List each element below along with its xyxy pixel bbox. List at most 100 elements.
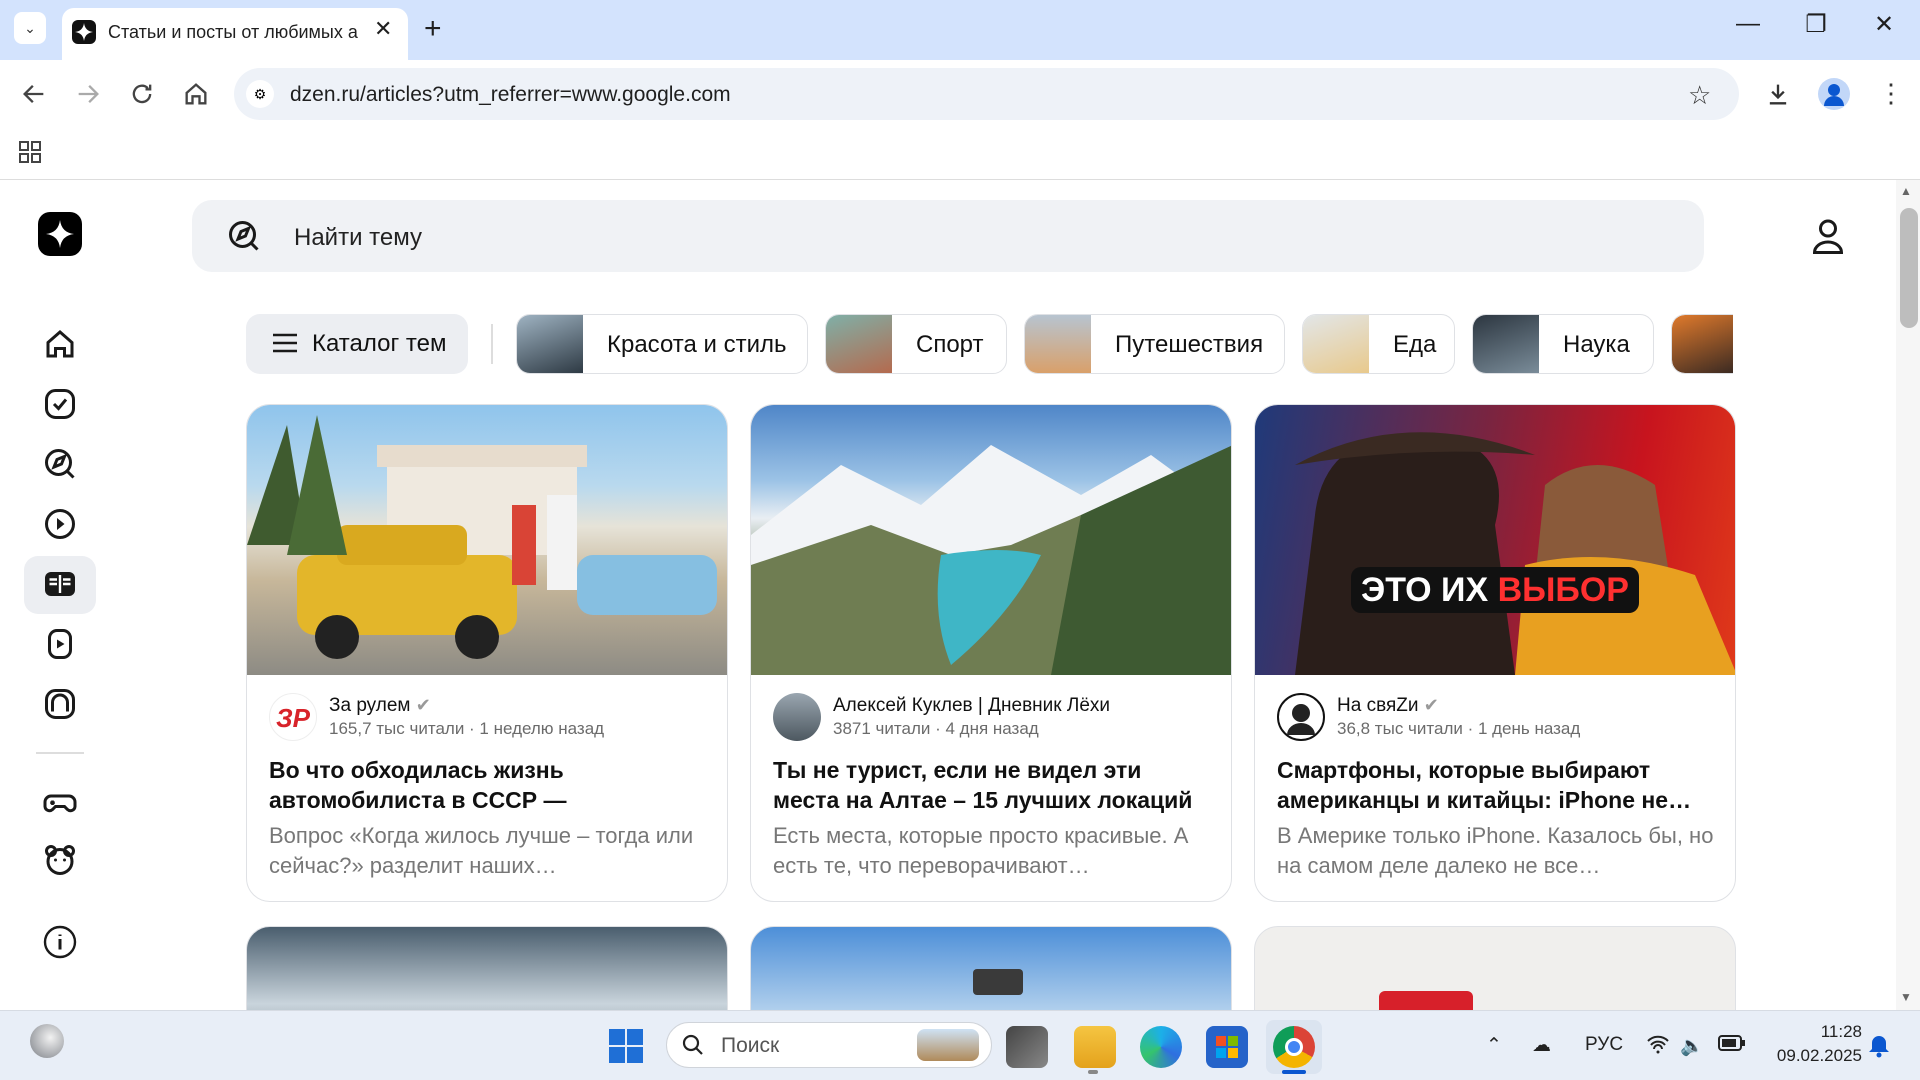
- verified-badge-icon: ✔: [415, 695, 431, 715]
- chrome-icon[interactable]: [1273, 1026, 1315, 1068]
- chip-sport[interactable]: Спорт: [825, 314, 1007, 374]
- chip-thumbnail: [1025, 315, 1091, 373]
- subscriptions-icon[interactable]: [42, 386, 78, 427]
- search-placeholder: Найти тему: [294, 224, 422, 251]
- bookmarks-bar: [0, 128, 1920, 180]
- catalog-button[interactable]: Каталог тем: [246, 314, 468, 374]
- scroll-down-icon[interactable]: ▼: [1900, 990, 1912, 1004]
- home-icon[interactable]: [178, 80, 214, 115]
- explore-icon[interactable]: [42, 446, 78, 487]
- close-window-button[interactable]: ✕: [1864, 10, 1904, 39]
- chip-partial[interactable]: [1671, 314, 1733, 374]
- edge-browser-icon[interactable]: [1140, 1026, 1182, 1068]
- dzen-logo[interactable]: [38, 212, 82, 256]
- forward-arrow-icon[interactable]: [70, 80, 106, 115]
- source-avatar[interactable]: [1277, 693, 1325, 741]
- download-icon[interactable]: [1764, 80, 1792, 113]
- article-snippet: Вопрос «Когда жилось лучше – тогда или с…: [269, 823, 694, 878]
- bookmark-star-icon[interactable]: ☆: [1688, 80, 1711, 111]
- article-meta: 165,7 тыс читали · 1 неделю назад: [329, 719, 605, 738]
- source-name[interactable]: За рулем ✔: [329, 695, 431, 717]
- chip-thumbnail: [1303, 315, 1369, 373]
- article-meta: 36,8 тыс читали · 1 день назад: [1337, 719, 1581, 738]
- source-avatar[interactable]: [773, 693, 821, 741]
- verified-badge-icon: ✔: [1423, 695, 1439, 715]
- reload-icon[interactable]: [124, 80, 160, 115]
- source-name[interactable]: На свяZи ✔: [1337, 695, 1439, 717]
- chip-thumbnail: [1473, 315, 1539, 373]
- studio-icon[interactable]: [42, 686, 78, 727]
- chip-science[interactable]: Наука: [1472, 314, 1654, 374]
- active-indicator: [1282, 1070, 1306, 1074]
- chip-label: Путешествия: [1115, 331, 1264, 358]
- search-highlight-icon: [917, 1029, 979, 1061]
- shorts-icon[interactable]: [42, 626, 78, 667]
- task-view-icon[interactable]: [1006, 1026, 1048, 1068]
- chip-thumbnail: [517, 315, 583, 373]
- search-icon: [681, 1033, 705, 1062]
- source-name[interactable]: Алексей Куклев | Дневник Лёхи: [833, 695, 1110, 717]
- catalog-label: Каталог тем: [312, 330, 447, 357]
- chip-food[interactable]: Еда: [1302, 314, 1455, 374]
- apps-grid-icon[interactable]: [18, 140, 42, 169]
- article-image: ЭТО ИХ ВЫБОР: [1255, 405, 1735, 675]
- chip-label: Красота и стиль: [607, 331, 787, 358]
- profile-avatar-icon[interactable]: [1818, 78, 1850, 110]
- kids-bear-icon[interactable]: [42, 842, 78, 883]
- info-icon[interactable]: [42, 924, 78, 965]
- language-indicator[interactable]: РУС: [1585, 1034, 1623, 1056]
- video-icon[interactable]: [42, 506, 78, 547]
- chip-label: Еда: [1393, 331, 1437, 358]
- scroll-up-icon[interactable]: ▲: [1900, 184, 1912, 198]
- chrome-center: [1285, 1038, 1303, 1056]
- taskbar-search[interactable]: Поиск: [666, 1022, 992, 1068]
- microsoft-store-icon[interactable]: [1206, 1026, 1248, 1068]
- article-image: [247, 405, 727, 675]
- tray-overflow-icon[interactable]: ⌃: [1486, 1034, 1502, 1057]
- new-tab-button[interactable]: +: [424, 12, 442, 46]
- article-title[interactable]: Ты не турист, если не видел эти места на…: [773, 755, 1213, 815]
- article-image: [751, 405, 1231, 675]
- clock-date[interactable]: 09.02.2025: [1760, 1046, 1862, 1066]
- battery-icon[interactable]: [1718, 1034, 1746, 1058]
- clock-time[interactable]: 11:28: [1776, 1022, 1862, 1042]
- articles-icon[interactable]: [42, 566, 78, 607]
- search-compass-icon: [226, 218, 262, 259]
- source-avatar[interactable]: ЗР: [269, 693, 317, 741]
- wifi-icon[interactable]: [1646, 1034, 1670, 1060]
- notification-bell-icon[interactable]: [1868, 1034, 1890, 1063]
- chip-travel[interactable]: Путешествия: [1024, 314, 1285, 374]
- user-profile-icon[interactable]: [1810, 216, 1846, 261]
- article-card[interactable]: ЗР За рулем ✔ 165,7 тыс читали · 1 недел…: [246, 404, 728, 902]
- sidebar-divider: [36, 752, 84, 754]
- onedrive-icon[interactable]: ☁: [1532, 1034, 1551, 1057]
- browser-tab[interactable]: Статьи и посты от любимых ав ✕: [62, 8, 408, 60]
- article-card[interactable]: ЭТО ИХ ВЫБОР На свяZи ✔ 36,8 тыс читали …: [1254, 404, 1736, 902]
- file-explorer-icon[interactable]: [1074, 1026, 1116, 1068]
- dzen-favicon-icon: [72, 20, 96, 44]
- chip-thumbnail: [826, 315, 892, 373]
- url-text[interactable]: dzen.ru/articles?utm_referrer=www.google…: [290, 83, 731, 107]
- article-title[interactable]: Смартфоны, которые выбирают американцы и…: [1277, 755, 1717, 815]
- volume-icon[interactable]: 🔈: [1680, 1034, 1704, 1058]
- menu-kebab-icon[interactable]: ⋮: [1878, 78, 1904, 109]
- windows-start-icon[interactable]: [608, 1028, 644, 1069]
- minimize-button[interactable]: —: [1728, 10, 1768, 38]
- article-card[interactable]: Алексей Куклев | Дневник Лёхи 3871 читал…: [750, 404, 1232, 902]
- article-snippet: Есть места, которые просто красивые. А е…: [773, 823, 1189, 878]
- scrollbar-thumb[interactable]: [1900, 208, 1918, 328]
- weather-widget-icon[interactable]: [30, 1024, 64, 1058]
- chip-thumbnail: [1672, 315, 1733, 373]
- restore-button[interactable]: ❐: [1796, 10, 1836, 39]
- back-arrow-icon[interactable]: [16, 80, 52, 115]
- taskbar-search-placeholder: Поиск: [721, 1034, 780, 1057]
- article-title[interactable]: Во что обходилась жизнь автомобилиста в …: [269, 755, 709, 815]
- tab-search-button[interactable]: ⌄: [14, 12, 46, 44]
- games-icon[interactable]: [42, 784, 78, 825]
- running-indicator: [1088, 1070, 1098, 1074]
- site-info-icon[interactable]: ⚙: [246, 80, 274, 108]
- hamburger-icon: [272, 332, 298, 359]
- tab-close-icon[interactable]: ✕: [374, 16, 392, 42]
- chip-beauty[interactable]: Красота и стиль: [516, 314, 808, 374]
- home-icon[interactable]: [42, 326, 78, 367]
